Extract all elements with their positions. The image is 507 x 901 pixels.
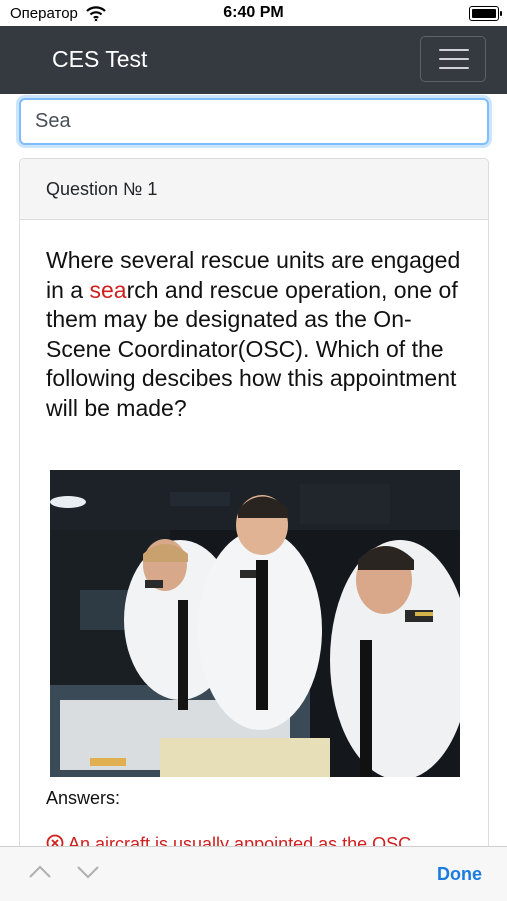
done-button[interactable]: Done bbox=[437, 864, 482, 885]
clock: 6:40 PM bbox=[223, 4, 284, 21]
question-text: Where several rescue units are engaged i… bbox=[46, 246, 476, 423]
previous-field-button[interactable] bbox=[28, 863, 52, 886]
chevron-down-icon bbox=[77, 866, 99, 879]
chevron-up-icon bbox=[29, 865, 51, 878]
battery-icon bbox=[469, 6, 502, 21]
hamburger-icon bbox=[439, 49, 469, 51]
search-input[interactable] bbox=[19, 98, 489, 145]
status-bar: Оператор 6:40 PM bbox=[0, 0, 507, 26]
hamburger-icon-bar bbox=[439, 58, 469, 60]
navbar: CES Test bbox=[0, 26, 507, 94]
question-card: Question № 1 Where several rescue units … bbox=[19, 158, 489, 878]
question-photo bbox=[50, 470, 460, 777]
answers-label: Answers: bbox=[46, 788, 121, 808]
question-header: Question № 1 bbox=[20, 159, 488, 220]
keyboard-accessory-toolbar: Done bbox=[0, 846, 507, 901]
search-highlight: sea bbox=[89, 276, 127, 303]
menu-toggle-button[interactable] bbox=[420, 36, 486, 82]
app-title[interactable]: CES Test bbox=[52, 46, 147, 73]
next-field-button[interactable] bbox=[76, 863, 100, 886]
question-body: Where several rescue units are engaged i… bbox=[20, 220, 488, 877]
hamburger-icon-bar bbox=[439, 67, 469, 69]
